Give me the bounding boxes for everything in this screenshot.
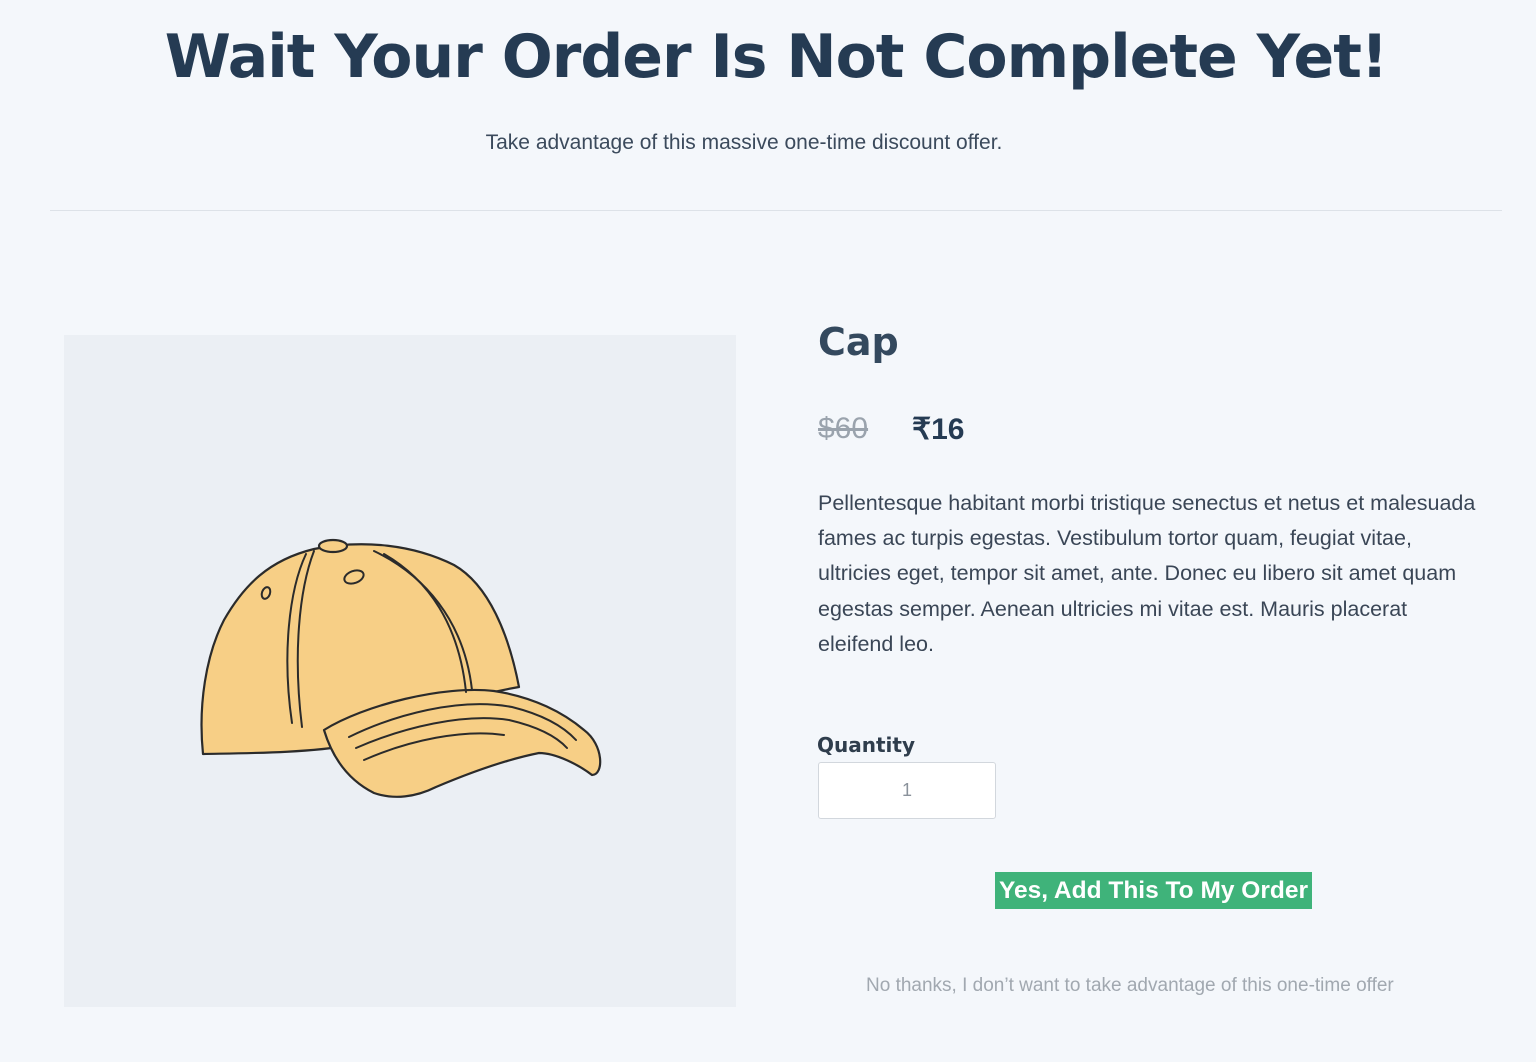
offer-price: ₹16 [912, 413, 965, 446]
product-image [64, 335, 736, 1007]
header-divider [50, 210, 1502, 211]
page-title: Wait Your Order Is Not Complete Yet! [164, 22, 1389, 92]
cap-illustration-icon [200, 538, 602, 798]
decline-offer-link[interactable]: No thanks, I don’t want to take advantag… [866, 975, 1394, 997]
quantity-input[interactable] [818, 762, 996, 819]
original-price: $60 [818, 412, 869, 445]
add-to-order-button[interactable]: Yes, Add This To My Order [995, 872, 1312, 909]
page-subtitle: Take advantage of this massive one-time … [485, 131, 1003, 154]
product-description: Pellentesque habitant morbi tristique se… [818, 491, 1476, 656]
quantity-label: Quantity [817, 733, 915, 757]
product-name: Cap [818, 320, 899, 364]
